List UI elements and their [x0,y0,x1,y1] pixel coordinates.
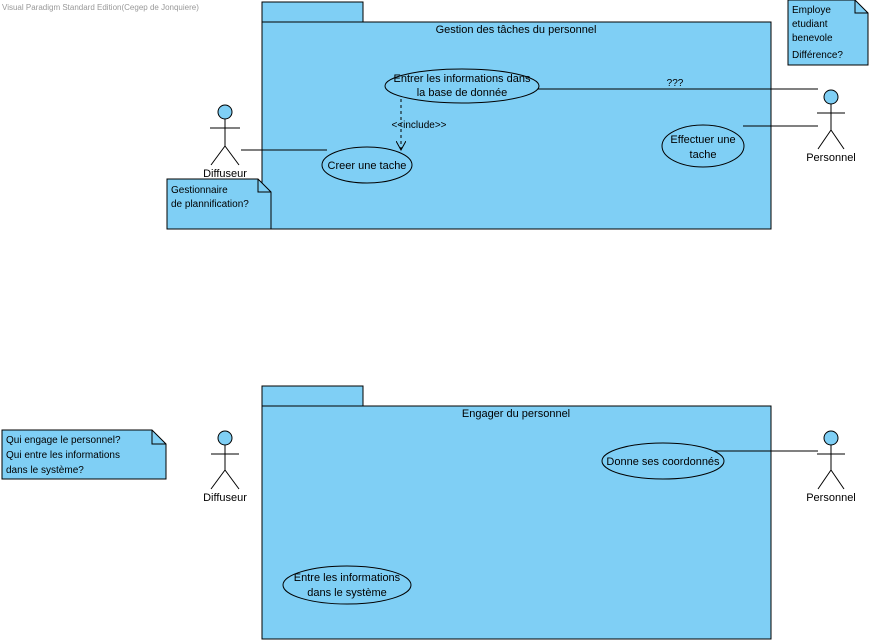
note-line: etudiant [792,19,828,30]
package-tab [261,385,364,407]
actor-head [823,430,839,446]
note-line: dans le système? [6,465,84,476]
actor-label: Personnel [806,492,856,504]
usecase-label: Entre les informations [294,572,401,584]
note-line: benevole [792,33,833,44]
usecase-label: Donne ses coordonnés [606,456,720,468]
usecase-give-coords[interactable]: Donne ses coordonnés [601,442,725,480]
package-tab [261,1,364,23]
package-title: Gestion des tâches du personnel [436,24,597,36]
usecase-label: Creer une tache [328,160,407,172]
note-line: Employe [792,5,831,16]
usecase-create-task[interactable]: Creer une tache [321,146,413,184]
watermark: Visual Paradigm Standard Edition(Cegep d… [2,3,199,12]
note-who-hires[interactable]: Qui engage le personnel? Qui entre les i… [1,429,167,480]
usecase-enter-info[interactable]: Entrer les informations dans la base de … [384,68,540,104]
actor-label: Personnel [806,152,856,164]
association-label: ??? [667,78,684,89]
include-label: <<include>> [391,120,446,131]
actor-label: Diffuseur [203,168,247,180]
package-task-management[interactable]: Gestion des tâches du personnel [261,1,772,230]
usecase-label: Effectuer une [670,134,735,146]
note-gestionnaire[interactable]: Gestionnaire de plannification? [166,178,272,230]
usecase-enter-system[interactable]: Entre les informations dans le système [282,565,412,605]
usecase-label: la base de donnée [417,87,508,99]
uml-canvas: Visual Paradigm Standard Edition(Cegep d… [1,0,869,640]
note-personnel-types[interactable]: Employe etudiant benevole Différence? [787,0,869,66]
actor-label: Diffuseur [203,492,247,504]
package-title: Engager du personnel [462,408,570,420]
usecase-label: Entrer les informations dans [394,73,531,85]
actor-head [823,89,839,105]
note-line: de plannification? [171,199,249,210]
usecase-label: dans le système [307,587,386,599]
actor-head [217,104,233,120]
note-line: Gestionnaire [171,185,228,196]
actor-personnel[interactable]: Personnel [806,89,856,164]
note-line: Différence? [792,50,843,61]
actor-head [217,430,233,446]
actor-personnel-2[interactable]: Personnel [806,430,856,504]
actor-diffuseur[interactable]: Diffuseur [203,104,247,180]
note-line: Qui entre les informations [6,450,120,461]
usecase-perform-task[interactable]: Effectuer une tache [661,124,745,168]
actor-diffuseur-2[interactable]: Diffuseur [203,430,247,504]
usecase-label: tache [690,149,717,161]
note-line: Qui engage le personnel? [6,435,121,446]
